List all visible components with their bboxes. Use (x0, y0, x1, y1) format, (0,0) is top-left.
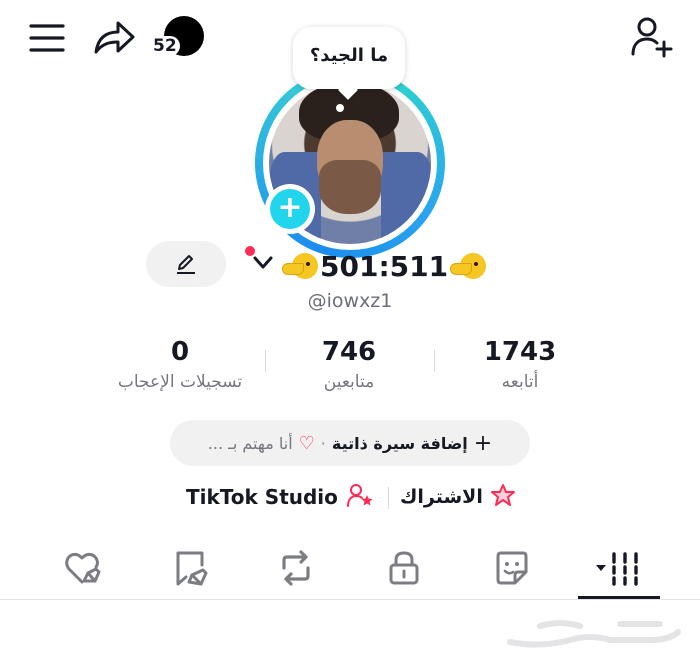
tab-videos[interactable] (594, 548, 644, 588)
status-bubble-text: ما الجيد؟ (309, 45, 389, 66)
hamburger-menu-icon[interactable] (28, 22, 66, 54)
username: @iowxz1 (307, 290, 393, 312)
followers-count: 746 (321, 337, 377, 367)
add-story-button[interactable]: + (265, 184, 315, 234)
followers-label: متابعين (323, 372, 375, 392)
following-label: أتابعه (501, 372, 539, 392)
subscription-label: الاشتراك (400, 486, 483, 508)
share-arrow-icon[interactable] (92, 18, 136, 58)
notification-badge[interactable]: 52 (150, 16, 206, 60)
bio-separator: · (320, 433, 326, 453)
tab-reposts[interactable] (276, 548, 316, 588)
stat-likes[interactable]: 0 تسجيلات الإعجاب (100, 338, 260, 392)
notification-count: 52 (150, 36, 180, 56)
subscription-link[interactable]: الاشتراك (400, 482, 517, 512)
tab-favorites[interactable] (170, 548, 210, 588)
bubble-dot (336, 104, 344, 112)
tab-liked[interactable] (62, 548, 102, 588)
tab-stickers[interactable] (492, 548, 532, 588)
display-name: 501:511 (320, 249, 449, 283)
liked-heart-icon (65, 552, 101, 584)
creator-star-icon (346, 482, 374, 512)
repost-icon (282, 550, 310, 586)
tabs-divider (0, 599, 700, 600)
display-name-row[interactable]: 501:511 (282, 246, 487, 286)
bookmark-icon (176, 551, 208, 586)
tab-private[interactable] (384, 548, 424, 588)
links-divider (388, 487, 389, 509)
stat-divider (265, 350, 266, 372)
subscription-star-icon (489, 482, 517, 512)
tiktok-studio-link[interactable]: TikTok Studio (186, 482, 374, 512)
saluting-face-emoji (282, 251, 318, 281)
grid-dropdown-icon (596, 552, 638, 586)
tiktok-studio-label: TikTok Studio (186, 485, 338, 509)
edit-profile-button[interactable] (146, 241, 226, 287)
interests-label: أنا مهتم بـ ... (207, 433, 293, 453)
stat-divider (434, 350, 435, 372)
add-bio-label: إضافة سيرة ذاتية (331, 433, 468, 453)
sticker-icon (496, 551, 528, 585)
lock-icon (389, 551, 419, 585)
status-bubble[interactable]: ما الجيد؟ (293, 27, 405, 100)
likes-count: 0 (170, 337, 190, 367)
stat-following[interactable]: 1743 أتابعه (440, 338, 600, 392)
stat-followers[interactable]: 746 متابعين (269, 338, 429, 392)
plus-icon: + (270, 189, 310, 229)
heart-outline-icon: ♡ (298, 432, 315, 454)
pencil-icon (174, 253, 198, 275)
following-count: 1743 (483, 337, 557, 367)
chevron-down-icon[interactable] (252, 255, 274, 271)
add-user-icon[interactable] (630, 16, 676, 58)
saluting-face-emoji (450, 251, 487, 281)
add-bio-button[interactable]: + إضافة سيرة ذاتية · ♡ أنا مهتم بـ ... (170, 420, 530, 466)
plus-icon: + (473, 430, 493, 456)
watermark (500, 612, 690, 652)
likes-label: تسجيلات الإعجاب (117, 372, 243, 392)
